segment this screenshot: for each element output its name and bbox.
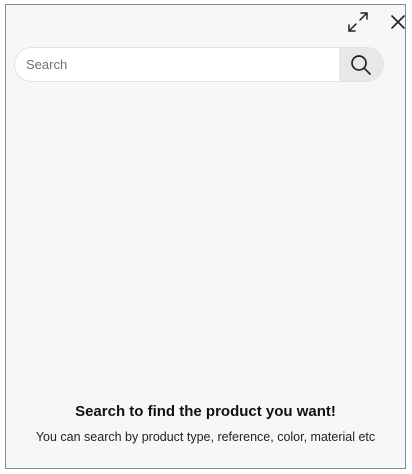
close-icon [391, 15, 405, 29]
search-button[interactable] [339, 48, 383, 81]
empty-state-title: Search to find the product you want! [75, 403, 336, 420]
expand-button[interactable] [345, 9, 371, 35]
search-panel: Search to find the product you want! You… [5, 4, 406, 469]
search-bar [14, 47, 384, 82]
search-icon [351, 54, 371, 75]
search-input[interactable] [15, 48, 339, 81]
close-button[interactable] [385, 9, 411, 35]
empty-state-subtitle: You can search by product type, referenc… [35, 430, 376, 444]
expand-icon [348, 12, 368, 32]
